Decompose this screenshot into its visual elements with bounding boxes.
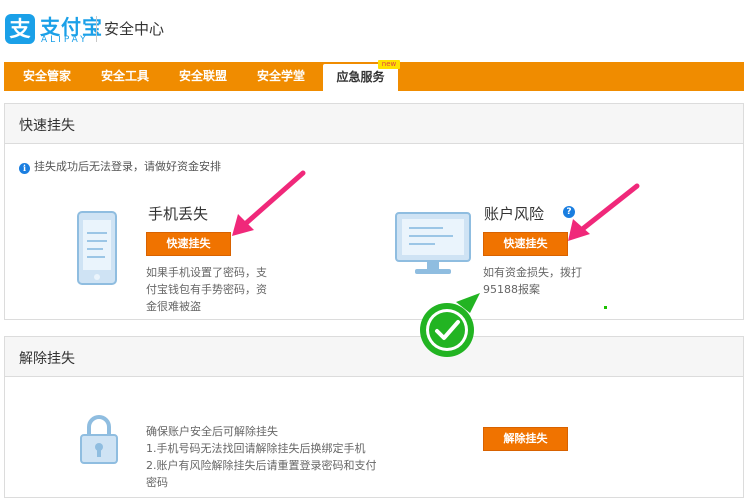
phone-lost-title: 手机丢失 bbox=[148, 205, 209, 223]
unlock-title: 解除挂失 bbox=[19, 351, 75, 367]
alipay-logo-icon[interactable]: 支 bbox=[5, 14, 35, 44]
main-nav: 安全管家 安全工具 安全联盟 安全学堂 应急服务 bbox=[4, 62, 744, 91]
help-icon[interactable]: ? bbox=[563, 206, 575, 218]
new-badge: new bbox=[378, 60, 400, 69]
unlock-panel: 解除挂失 确保账户安全后可解除挂失 1.手机号码无法找回请解除挂失后换绑定手机 … bbox=[4, 336, 744, 498]
phone-quick-report-button[interactable]: 快速挂失 bbox=[146, 232, 231, 256]
phone-icon bbox=[77, 211, 117, 285]
unlock-header: 解除挂失 bbox=[5, 337, 743, 377]
header-divider bbox=[96, 16, 97, 42]
nav-tab-security-manager[interactable]: 安全管家 bbox=[10, 62, 84, 91]
phone-desc-line: 付宝钱包有手势密码，资 bbox=[146, 283, 267, 296]
nav-tab-security-alliance[interactable]: 安全联盟 bbox=[166, 62, 240, 91]
alipay-logo-english: ALIPAY bbox=[41, 35, 89, 45]
info-icon: i bbox=[19, 163, 30, 174]
nav-tab-security-school[interactable]: 安全学堂 bbox=[244, 62, 318, 91]
monitor-icon bbox=[395, 212, 471, 274]
account-risk-desc: 如有资金损失，拨打 95188报案 bbox=[483, 264, 582, 298]
quick-report-title: 快速挂失 bbox=[19, 118, 75, 134]
account-quick-report-button[interactable]: 快速挂失 bbox=[483, 232, 568, 256]
notice-text: 挂失成功后无法登录，请做好资金安排 bbox=[34, 160, 221, 173]
phone-desc-line: 金很难被盗 bbox=[146, 300, 201, 313]
unlock-desc-line: 1.手机号码无法找回请解除挂失后换绑定手机 bbox=[146, 442, 366, 455]
padlock-icon bbox=[80, 415, 118, 464]
quick-report-panel: 快速挂失 i 挂失成功后无法登录，请做好资金安排 手机丢失 快速挂失 如果手机设置… bbox=[4, 103, 744, 320]
account-risk-title: 账户风险 bbox=[484, 205, 545, 223]
phone-desc-line: 如果手机设置了密码，支 bbox=[146, 266, 267, 279]
quick-report-notice: i 挂失成功后无法登录，请做好资金安排 bbox=[19, 158, 221, 174]
account-desc-line: 如有资金损失，拨打 bbox=[483, 266, 582, 279]
unlock-desc-line: 确保账户安全后可解除挂失 bbox=[146, 425, 278, 438]
green-dot bbox=[604, 306, 607, 309]
unlock-report-button[interactable]: 解除挂失 bbox=[483, 427, 568, 451]
unlock-desc-line: 密码 bbox=[146, 476, 168, 489]
account-desc-line: 95188报案 bbox=[483, 283, 540, 296]
page-header: 支 支付宝 ALIPAY 安全中心 bbox=[0, 0, 749, 58]
unlock-desc-line: 2.账户有风险解除挂失后请重置登录密码和支付 bbox=[146, 459, 377, 472]
nav-tab-security-tools[interactable]: 安全工具 bbox=[88, 62, 162, 91]
quick-report-header: 快速挂失 bbox=[5, 104, 743, 144]
unlock-desc: 确保账户安全后可解除挂失 1.手机号码无法找回请解除挂失后换绑定手机 2.账户有… bbox=[146, 423, 377, 491]
page-subtitle: 安全中心 bbox=[104, 20, 165, 38]
phone-lost-desc: 如果手机设置了密码，支 付宝钱包有手势密码，资 金很难被盗 bbox=[146, 264, 267, 315]
